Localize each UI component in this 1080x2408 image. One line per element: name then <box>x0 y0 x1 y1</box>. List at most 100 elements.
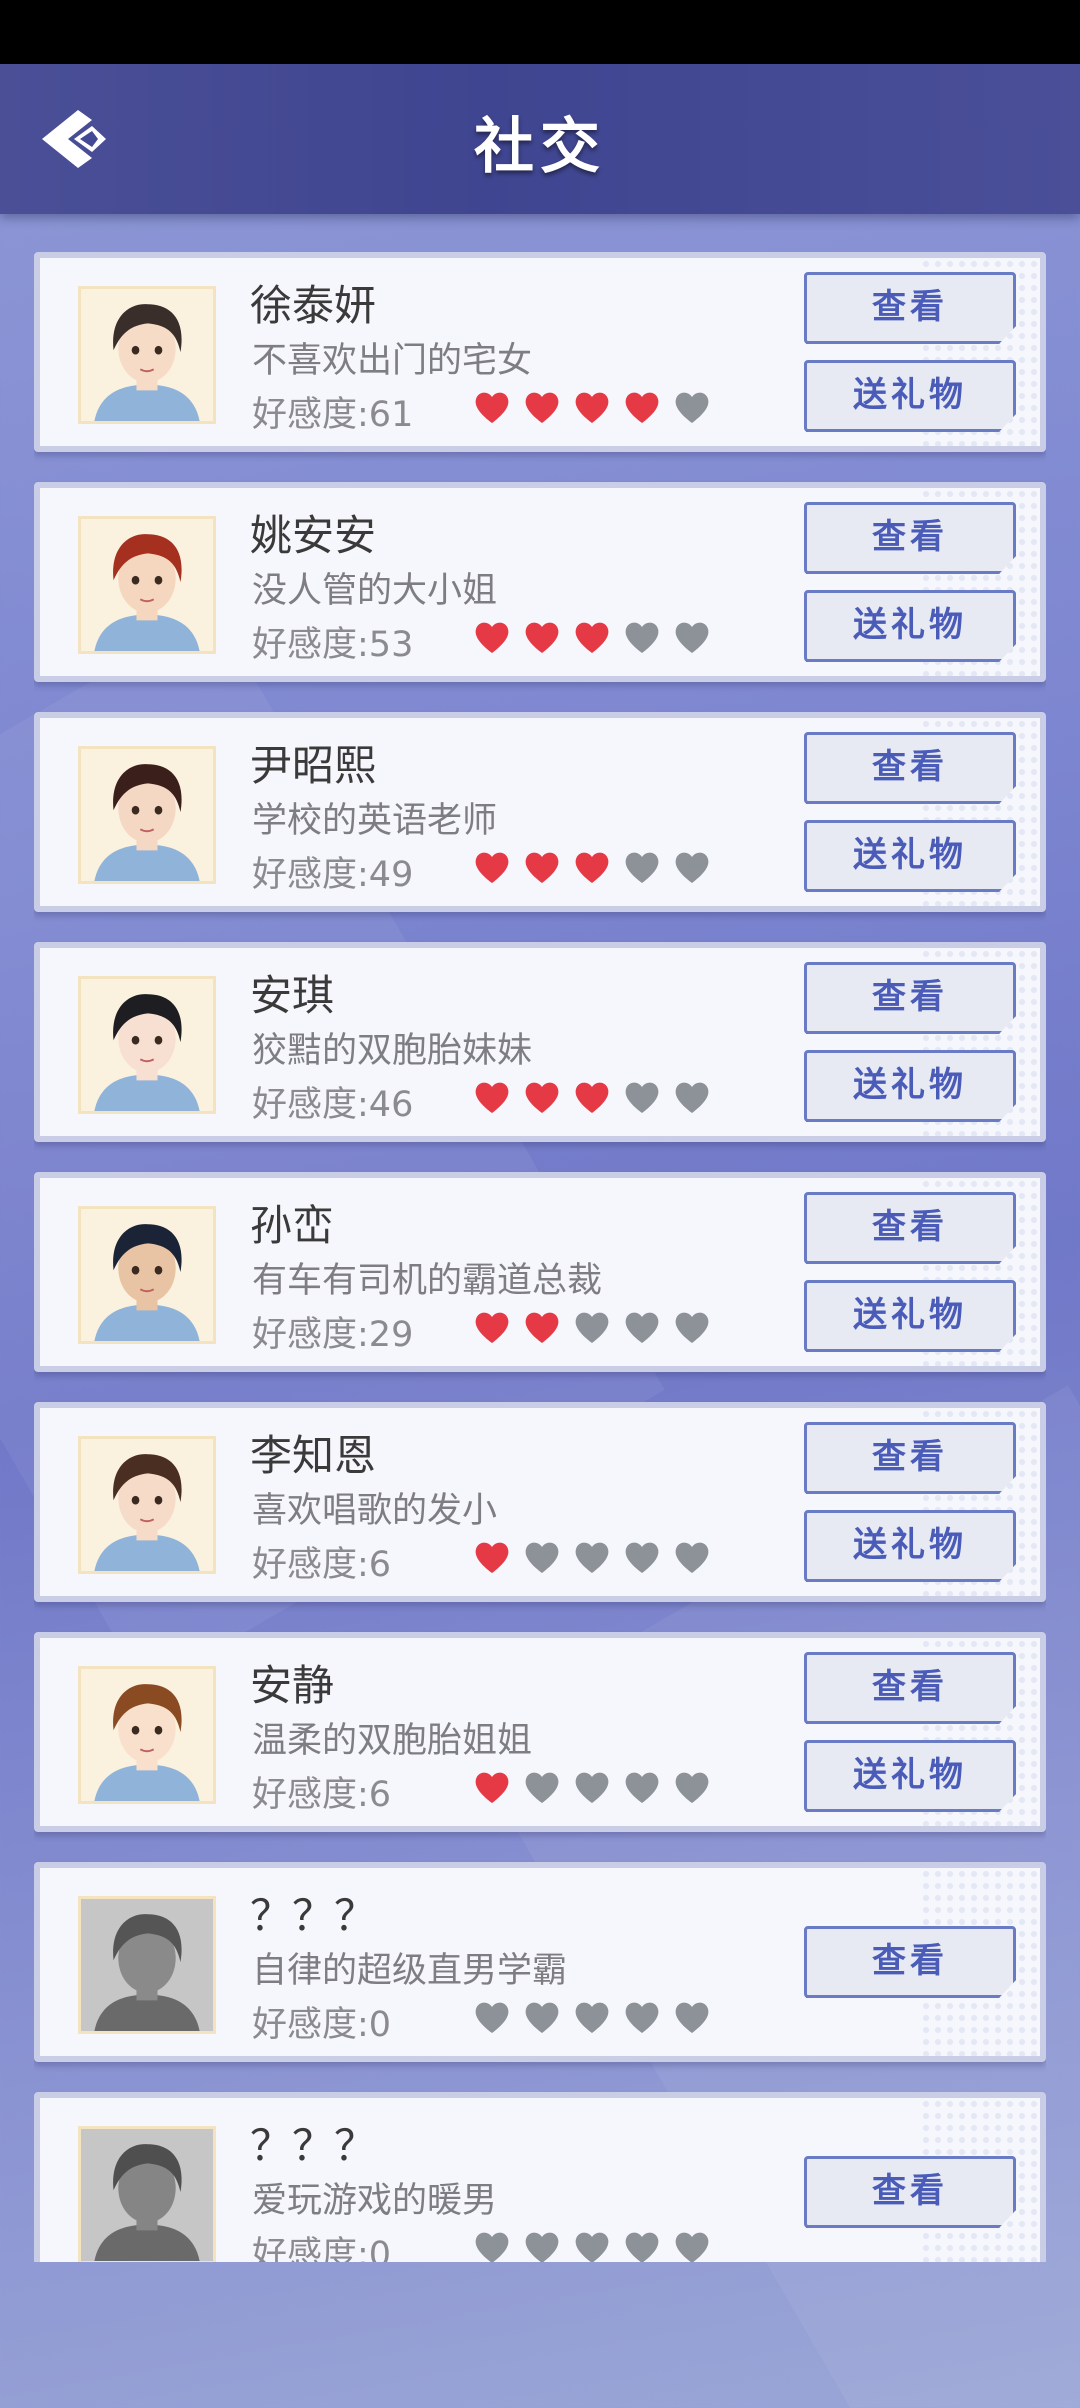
send-gift-button[interactable]: 送礼物 <box>804 1050 1016 1122</box>
character-name: 安静 <box>250 1661 335 1710</box>
affinity-label: 好感度 <box>252 395 358 435</box>
page-title: 社交 <box>474 112 606 182</box>
heart-filled-icon <box>572 618 612 658</box>
character-name: ？？？ <box>250 1891 377 1940</box>
character-description: 有车有司机的霸道总裁 <box>252 1261 603 1301</box>
view-button[interactable]: 查看 <box>804 272 1016 344</box>
character-name: ？？？ <box>250 2121 377 2170</box>
heart-filled-icon <box>622 388 662 428</box>
heart-filled-icon <box>572 1078 612 1118</box>
view-button[interactable]: 查看 <box>804 1926 1016 1998</box>
character-description: 喜欢唱歌的发小 <box>252 1491 498 1531</box>
send-gift-button[interactable]: 送礼物 <box>804 820 1016 892</box>
character-avatar <box>78 2126 216 2262</box>
character-card: 徐泰妍不喜欢出门的宅女 好感度:61 查看送礼物 <box>34 252 1046 452</box>
view-button[interactable]: 查看 <box>804 1192 1016 1264</box>
send-gift-button[interactable]: 送礼物 <box>804 590 1016 662</box>
send-gift-button[interactable]: 送礼物 <box>804 360 1016 432</box>
heart-empty-icon <box>622 1308 662 1348</box>
affinity-value: :61 <box>357 395 414 435</box>
affinity-text: 好感度:53 <box>252 616 413 667</box>
heart-filled-icon <box>472 388 512 428</box>
status-bar <box>0 0 1080 64</box>
send-gift-button[interactable]: 送礼物 <box>804 1510 1016 1582</box>
affinity-value: :49 <box>357 855 414 895</box>
view-button[interactable]: 查看 <box>804 1652 1016 1724</box>
affinity-label: 好感度 <box>252 1085 358 1125</box>
character-name: 姚安安 <box>250 511 377 560</box>
heart-empty-icon <box>572 1308 612 1348</box>
character-avatar <box>78 1666 216 1804</box>
affinity-hearts <box>472 1538 712 1578</box>
affinity-value: :46 <box>357 1085 414 1125</box>
view-button[interactable]: 查看 <box>804 1422 1016 1494</box>
heart-filled-icon <box>472 1538 512 1578</box>
heart-empty-icon <box>672 1538 712 1578</box>
view-button[interactable]: 查看 <box>804 732 1016 804</box>
top-bar: 社交 <box>0 64 1080 214</box>
heart-empty-icon <box>522 2228 562 2262</box>
character-description: 不喜欢出门的宅女 <box>252 341 533 381</box>
affinity-hearts <box>472 1768 712 1808</box>
heart-filled-icon <box>572 388 612 428</box>
character-name: 安琪 <box>250 971 335 1020</box>
heart-filled-icon <box>472 618 512 658</box>
affinity-text: 好感度:46 <box>252 1076 413 1127</box>
character-description: 爱玩游戏的暖男 <box>252 2181 498 2221</box>
affinity-hearts <box>472 388 712 428</box>
affinity-value: :6 <box>357 1545 392 1585</box>
heart-empty-icon <box>522 1998 562 2038</box>
affinity-label: 好感度 <box>252 1545 358 1585</box>
affinity-value: :0 <box>357 2235 392 2262</box>
character-avatar <box>78 976 216 1114</box>
view-button[interactable]: 查看 <box>804 502 1016 574</box>
character-list[interactable]: 徐泰妍 不喜欢出门的宅女 好感度:61 查看 送礼物 姚安安 没人管的大小姐 好感度:53 查看… <box>34 252 1046 2262</box>
character-card: 李知恩 喜欢唱歌的发小 好感度:6 查看 送礼物 <box>34 1402 1046 1602</box>
affinity-text: 好感度:29 <box>252 1306 413 1357</box>
character-card: ？？？ 爱玩游戏的暖男好感度:0 查看 <box>34 2092 1046 2262</box>
affinity-hearts <box>472 1078 712 1118</box>
affinity-text: 好感度:6 <box>252 1536 391 1587</box>
character-card: 安琪 狡黠的双胞胎妹妹 好感度:46 查看 送礼物 <box>34 942 1046 1142</box>
affinity-label: 好感度 <box>252 1315 358 1355</box>
send-gift-button[interactable]: 送礼物 <box>804 1280 1016 1352</box>
heart-empty-icon <box>572 1998 612 2038</box>
heart-empty-icon <box>622 1538 662 1578</box>
heart-filled-icon <box>522 618 562 658</box>
heart-empty-icon <box>672 1998 712 2038</box>
character-card: 孙峦有车有司机的霸道总裁好感度:29 查看送礼物 <box>34 1172 1046 1372</box>
send-gift-button[interactable]: 送礼物 <box>804 1740 1016 1812</box>
character-avatar <box>78 516 216 654</box>
heart-empty-icon <box>572 1768 612 1808</box>
heart-empty-icon <box>622 1078 662 1118</box>
heart-empty-icon <box>622 1768 662 1808</box>
character-avatar <box>78 1896 216 2034</box>
character-name: 孙峦 <box>250 1201 335 1250</box>
character-description: 学校的英语老师 <box>252 801 498 841</box>
character-name: 徐泰妍 <box>250 281 377 330</box>
heart-empty-icon <box>572 2228 612 2262</box>
heart-empty-icon <box>672 618 712 658</box>
heart-empty-icon <box>672 1078 712 1118</box>
affinity-label: 好感度 <box>252 2235 358 2262</box>
affinity-value: :0 <box>357 2005 392 2045</box>
heart-empty-icon <box>472 2228 512 2262</box>
affinity-hearts <box>472 1998 712 2038</box>
character-card: ？？？ 自律的超级直男学霸 好感度:0 查看 <box>34 1862 1046 2062</box>
heart-filled-icon <box>472 848 512 888</box>
view-button[interactable]: 查看 <box>804 962 1016 1034</box>
heart-filled-icon <box>472 1308 512 1348</box>
affinity-label: 好感度 <box>252 625 358 665</box>
heart-filled-icon <box>522 848 562 888</box>
affinity-text: 好感度:6 <box>252 1766 391 1817</box>
affinity-value: :53 <box>357 625 414 665</box>
view-button[interactable]: 查看 <box>804 2156 1016 2228</box>
heart-filled-icon <box>572 848 612 888</box>
affinity-label: 好感度 <box>252 1775 358 1815</box>
heart-empty-icon <box>622 848 662 888</box>
character-avatar <box>78 1206 216 1344</box>
heart-empty-icon <box>672 1768 712 1808</box>
heart-empty-icon <box>572 1538 612 1578</box>
affinity-text: 好感度:0 <box>252 1996 391 2047</box>
heart-empty-icon <box>622 2228 662 2262</box>
